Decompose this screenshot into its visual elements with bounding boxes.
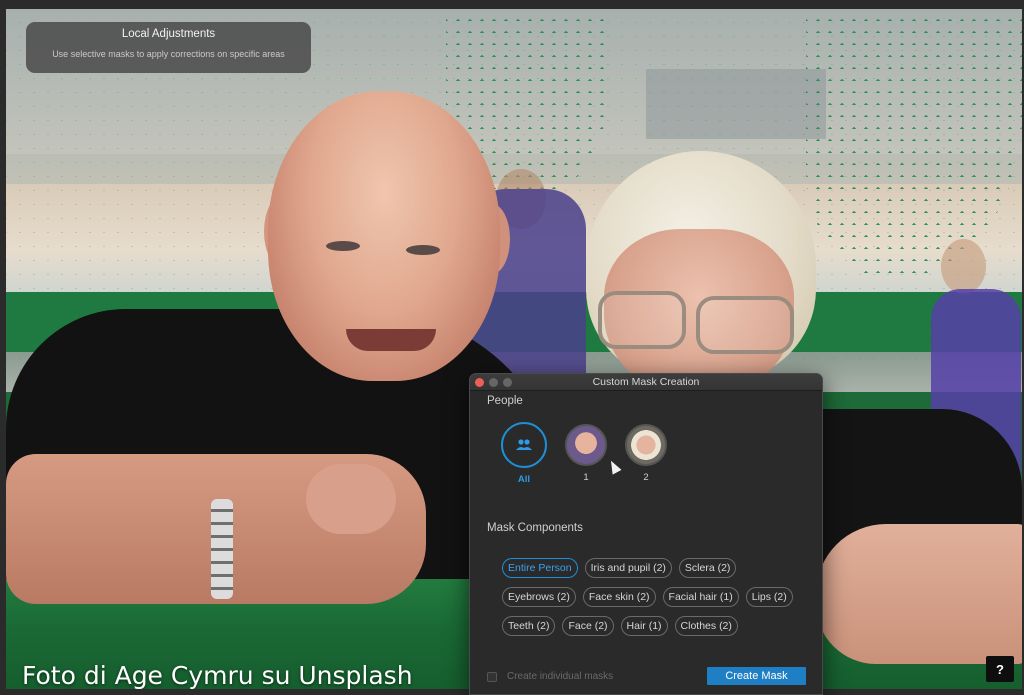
chip-iris-and-pupil[interactable]: Iris and pupil (2) <box>584 558 672 578</box>
tooltip-subtitle: Use selective masks to apply corrections… <box>52 49 285 59</box>
people-heading: People <box>487 395 523 407</box>
person-label: All <box>517 474 531 485</box>
chip-clothes[interactable]: Clothes (2) <box>674 616 738 636</box>
chip-facial-hair[interactable]: Facial hair (1) <box>662 587 739 607</box>
tooltip-title: Local Adjustments <box>121 28 216 40</box>
help-button[interactable]: ? <box>986 656 1014 682</box>
chip-eyebrows[interactable]: Eyebrows (2) <box>502 587 576 607</box>
bystander-head <box>941 239 986 294</box>
woman-arm <box>816 524 1022 664</box>
chip-row: Eyebrows (2) Face skin (2) Facial hair (… <box>502 587 812 607</box>
people-group-icon[interactable] <box>501 422 547 468</box>
person-2[interactable]: 2 <box>623 424 669 483</box>
custom-mask-dialog: Custom Mask Creation People All 1 2 Mask… <box>469 373 823 695</box>
mask-components-heading: Mask Components <box>487 522 583 534</box>
chip-sclera[interactable]: Sclera (2) <box>678 558 737 578</box>
woman-glasses-right <box>696 296 794 354</box>
chip-face-skin[interactable]: Face skin (2) <box>582 587 656 607</box>
maximize-window-icon[interactable] <box>503 378 512 387</box>
local-adjustments-tooltip: Local Adjustments Use selective masks to… <box>26 22 311 73</box>
chip-hair[interactable]: Hair (1) <box>620 616 668 636</box>
dialog-title: Custom Mask Creation <box>592 376 700 388</box>
chip-teeth[interactable]: Teeth (2) <box>502 616 556 636</box>
photo-credit: Foto di Age Cymru su Unsplash <box>22 661 413 689</box>
chip-lips[interactable]: Lips (2) <box>745 587 793 607</box>
chip-entire-person[interactable]: Entire Person <box>502 558 578 578</box>
mask-components-list: Entire Person Iris and pupil (2) Sclera … <box>502 558 812 645</box>
chip-face[interactable]: Face (2) <box>562 616 614 636</box>
man-eye <box>406 245 440 255</box>
woman-glasses-left <box>598 291 686 349</box>
individual-masks-option[interactable]: Create individual masks <box>487 671 613 682</box>
man-thumb <box>306 464 396 534</box>
close-window-icon[interactable] <box>475 378 484 387</box>
man-mouth <box>346 329 436 351</box>
person-all[interactable]: All <box>501 422 547 485</box>
person-label: 2 <box>643 472 649 483</box>
bracelet <box>211 499 233 599</box>
minimize-window-icon[interactable] <box>489 378 498 387</box>
man-eye <box>326 241 360 251</box>
individual-masks-checkbox[interactable] <box>487 671 497 682</box>
face-thumbnail-icon[interactable] <box>565 424 607 466</box>
person-1[interactable]: 1 <box>563 424 609 483</box>
dialog-titlebar[interactable]: Custom Mask Creation <box>470 374 822 391</box>
chip-row: Entire Person Iris and pupil (2) Sclera … <box>502 558 812 578</box>
person-label: 1 <box>583 472 589 483</box>
individual-masks-label: Create individual masks <box>507 671 614 682</box>
create-mask-button[interactable]: Create Mask <box>707 667 806 685</box>
face-thumbnail-icon[interactable] <box>625 424 667 466</box>
chip-row: Teeth (2) Face (2) Hair (1) Clothes (2) <box>502 616 812 636</box>
